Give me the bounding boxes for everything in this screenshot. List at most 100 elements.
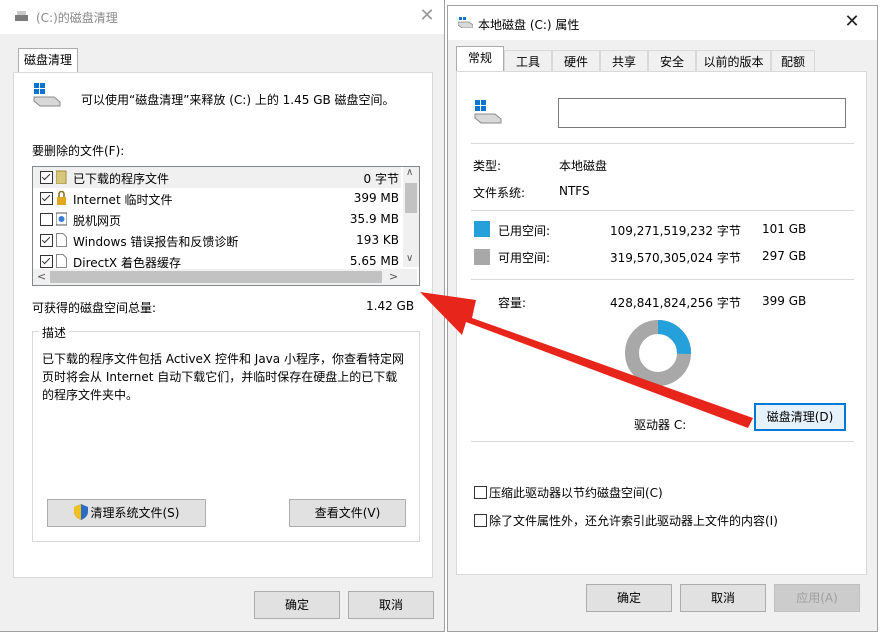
checkbox[interactable]: [40, 234, 53, 247]
disk-cleanup-button[interactable]: 磁盘清理(D): [754, 403, 846, 431]
scroll-right-icon[interactable]: >: [389, 270, 398, 283]
general-panel: 类型: 本地磁盘 文件系统: NTFS 已用空间: 109,271,519,23…: [456, 71, 867, 575]
tab-sharing[interactable]: 共享: [600, 50, 648, 72]
capacity-label: 容量:: [498, 296, 527, 310]
close-icon[interactable]: ✕: [841, 11, 863, 33]
apply-button[interactable]: 应用(A): [774, 584, 860, 612]
tab-label: 共享: [611, 55, 636, 69]
vertical-scrollbar[interactable]: ∧ ∨: [403, 167, 419, 267]
tab-general[interactable]: 常规: [456, 46, 504, 71]
cancel-label: 取消: [378, 598, 403, 612]
tab-label: 常规: [467, 51, 492, 65]
tab-previous-versions[interactable]: 以前的版本: [696, 50, 771, 72]
horizontal-scrollbar[interactable]: < >: [33, 269, 417, 285]
offline-page-icon: [56, 212, 67, 226]
checkbox[interactable]: [40, 255, 53, 268]
checkbox[interactable]: [40, 213, 53, 226]
drive-label: 驱动器 C:: [634, 418, 687, 432]
tab-disk-cleanup[interactable]: 磁盘清理: [18, 48, 78, 73]
ok-label: 确定: [616, 591, 641, 605]
drive-icon: [33, 83, 61, 107]
used-space-bytes: 109,271,519,232 字节: [610, 224, 741, 238]
free-space-swatch: [474, 249, 490, 265]
list-item[interactable]: 脱机网页 35.9 MB: [33, 209, 401, 230]
view-files-button[interactable]: 查看文件(V): [289, 499, 406, 527]
disk-usage-donut: [625, 320, 691, 386]
description-line-2: 页时将会从 Internet 自动下载它们，并临时保存在硬盘上的已下载: [42, 370, 398, 384]
file-size: 5.65 MB: [349, 254, 399, 268]
checkbox[interactable]: [40, 171, 53, 184]
free-space-size: 297 GB: [762, 249, 807, 263]
filesystem-label: 文件系统:: [473, 186, 526, 200]
type-label: 类型:: [473, 159, 502, 173]
cancel-button[interactable]: 取消: [348, 591, 434, 619]
list-item[interactable]: Windows 错误报告和反馈诊断 193 KB: [33, 230, 401, 251]
file-icon: [56, 233, 67, 247]
file-size: 0 字节: [363, 172, 399, 186]
files-list[interactable]: 已下载的程序文件 0 字节 Internet 临时文件 399 MB 脱机网页 …: [32, 166, 420, 286]
scroll-thumb[interactable]: [405, 183, 417, 213]
description-title: 描述: [39, 324, 70, 341]
total-space-label: 可获得的磁盘空间总量:: [32, 301, 157, 315]
file-name: Internet 临时文件: [73, 193, 173, 207]
separator: [471, 210, 854, 211]
title-bar[interactable]: 本地磁盘 (C:) 属性 ✕: [448, 6, 877, 40]
apply-label: 应用(A): [796, 591, 838, 605]
drive-icon: [458, 17, 473, 28]
title-bar[interactable]: (C:)的磁盘清理 ✕: [0, 0, 444, 34]
tab-label: 硬件: [563, 55, 588, 69]
tab-label: 工具: [515, 55, 540, 69]
ok-button[interactable]: 确定: [586, 584, 672, 612]
clean-system-files-button[interactable]: 清理系统文件(S): [47, 499, 206, 527]
drive-name-input[interactable]: [558, 98, 846, 128]
shield-icon: [73, 504, 88, 520]
tab-label: 安全: [659, 55, 684, 69]
hscroll-thumb[interactable]: [50, 271, 382, 283]
window-title: (C:)的磁盘清理: [36, 11, 118, 25]
tab-label: 以前的版本: [703, 55, 764, 69]
free-space-label: 可用空间:: [498, 251, 551, 265]
tab-hardware[interactable]: 硬件: [552, 50, 600, 72]
tab-security[interactable]: 安全: [648, 50, 696, 72]
checkbox[interactable]: [40, 192, 53, 205]
ok-label: 确定: [284, 598, 309, 612]
close-icon[interactable]: ✕: [416, 5, 438, 27]
index-checkbox[interactable]: [474, 514, 487, 527]
separator: [471, 143, 854, 144]
disk-cleanup-label: 磁盘清理(D): [766, 410, 834, 424]
lock-icon: [57, 191, 66, 205]
description-group: 描述 已下载的程序文件包括 ActiveX 控件和 Java 小程序，你查看特定…: [32, 324, 420, 542]
tab-quota[interactable]: 配额: [771, 50, 815, 72]
file-name: 已下载的程序文件: [73, 172, 170, 186]
file-name: 脱机网页: [73, 214, 122, 228]
file-name: Windows 错误报告和反馈诊断: [73, 235, 239, 249]
used-space-size: 101 GB: [762, 222, 807, 236]
scroll-up-icon[interactable]: ∧: [406, 167, 413, 178]
scroll-left-icon[interactable]: <: [37, 270, 46, 283]
ok-button[interactable]: 确定: [254, 591, 340, 619]
list-item[interactable]: 已下载的程序文件 0 字节: [33, 167, 401, 188]
files-to-delete-label: 要删除的文件(F):: [32, 144, 125, 158]
free-space-bytes: 319,570,305,024 字节: [610, 251, 741, 265]
tab-label: 磁盘清理: [23, 53, 72, 67]
compress-checkbox[interactable]: [474, 486, 487, 499]
separator: [471, 441, 854, 442]
file-size: 399 MB: [353, 191, 399, 205]
capacity-bytes: 428,841,824,256 字节: [610, 296, 741, 310]
cleanup-intro: 可以使用“磁盘清理”来释放 (C:) 上的 1.45 GB 磁盘空间。: [81, 93, 395, 107]
tab-label: 配额: [780, 55, 805, 69]
drive-properties-window: 本地磁盘 (C:) 属性 ✕ 常规 工具 硬件 共享 安全 以前的版本 配额 类…: [448, 6, 877, 631]
tab-tools[interactable]: 工具: [504, 50, 552, 72]
scroll-down-icon[interactable]: ∨: [406, 253, 413, 264]
file-size: 193 KB: [356, 233, 399, 247]
file-size: 35.9 MB: [349, 212, 399, 226]
list-item[interactable]: Internet 临时文件 399 MB: [33, 188, 401, 209]
disk-cleanup-icon: [15, 11, 28, 21]
drive-icon: [474, 100, 502, 124]
cancel-button[interactable]: 取消: [680, 584, 766, 612]
clean-system-files-label: 清理系统文件(S): [90, 506, 180, 520]
folder-icon: [56, 170, 67, 184]
cleanup-panel: 可以使用“磁盘清理”来释放 (C:) 上的 1.45 GB 磁盘空间。 要删除的…: [13, 72, 433, 578]
view-files-label: 查看文件(V): [314, 506, 381, 520]
separator: [471, 279, 854, 280]
